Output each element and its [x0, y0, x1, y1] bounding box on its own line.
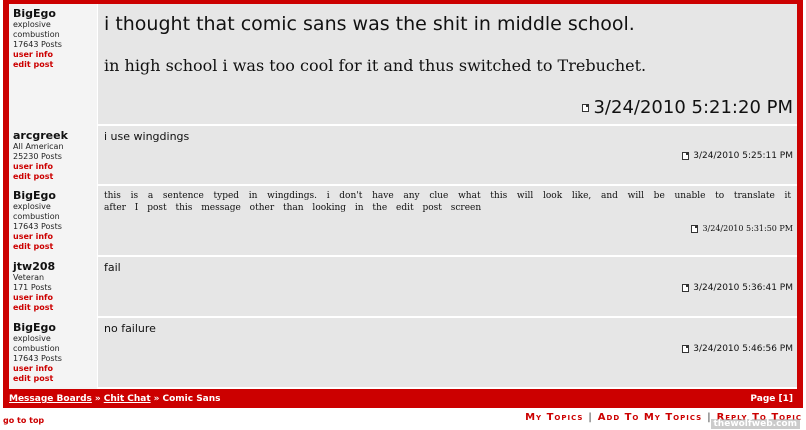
user-title: explosive combustion [13, 334, 60, 353]
post-timestamp: 3/24/2010 5:46:56 PM [682, 344, 793, 354]
post-timestamp: 3/24/2010 5:25:11 PM [682, 151, 793, 161]
post: arcgreek All American 25230 Posts user i… [9, 126, 797, 186]
document-icon[interactable] [582, 103, 590, 112]
user-info-link[interactable]: user info [13, 50, 97, 60]
username[interactable]: BigEgo [13, 7, 97, 20]
timestamp-text: 3/24/2010 5:46:56 PM [693, 344, 793, 354]
breadcrumb-chit-chat[interactable]: Chit Chat [104, 394, 151, 404]
post-count: 25230 Posts [13, 152, 62, 161]
post-body: this is a sentence typed in wingdings. i… [98, 186, 797, 257]
post-count: 171 Posts [13, 283, 52, 292]
user-info-link[interactable]: user info [13, 232, 97, 242]
user-info-link[interactable]: user info [13, 162, 97, 172]
timestamp-text: 3/24/2010 5:36:41 PM [693, 283, 793, 293]
post-body: no failure 3/24/2010 5:46:56 PM [98, 318, 797, 389]
breadcrumb-separator: » [153, 394, 160, 404]
go-to-top-link[interactable]: go to top [3, 416, 44, 425]
add-to-my-topics-link[interactable]: Add To My Topics [598, 412, 702, 423]
post-author-panel: jtw208 Veteran 171 Posts user info edit … [9, 257, 98, 318]
post: jtw208 Veteran 171 Posts user info edit … [9, 257, 797, 318]
post-message: no failure [104, 322, 156, 335]
breadcrumb-separator: » [94, 394, 101, 404]
post-count: 17643 Posts [13, 354, 62, 363]
post-author-panel: BigEgo explosive combustion 17643 Posts … [9, 318, 98, 389]
post-message: i thought that comic sans was the shit i… [104, 13, 635, 35]
divider: | [588, 412, 593, 423]
post: BigEgo explosive combustion 17643 Posts … [9, 318, 797, 389]
post-body: i use wingdings 3/24/2010 5:25:11 PM [98, 126, 797, 186]
post-timestamp: 3/24/2010 5:36:41 PM [682, 283, 793, 293]
post-timestamp: 3/24/2010 5:31:50 PM [691, 224, 793, 233]
edit-post-link[interactable]: edit post [13, 60, 97, 70]
timestamp-text: 3/24/2010 5:31:50 PM [702, 224, 793, 233]
footer: go to top My Topics | Add To My Topics | Rep… [0, 411, 806, 430]
breadcrumb-message-boards[interactable]: Message Boards [9, 394, 92, 404]
document-icon[interactable] [691, 224, 699, 233]
post-author-panel: BigEgo explosive combustion 17643 Posts … [9, 186, 98, 257]
post-body: fail 3/24/2010 5:36:41 PM [98, 257, 797, 318]
user-title: Veteran [13, 273, 45, 282]
post-list: BigEgo explosive combustion 17643 Posts … [9, 4, 797, 389]
timestamp-text: 3/24/2010 5:21:20 PM [593, 97, 793, 118]
post-count: 17643 Posts [13, 40, 62, 49]
edit-post-link[interactable]: edit post [13, 172, 97, 182]
user-info-link[interactable]: user info [13, 364, 97, 374]
edit-post-link[interactable]: edit post [13, 242, 97, 252]
user-title: explosive combustion [13, 20, 60, 39]
username[interactable]: arcgreek [13, 129, 97, 142]
breadcrumb-current-topic: Comic Sans [162, 394, 221, 404]
post-timestamp: 3/24/2010 5:21:20 PM [582, 97, 793, 118]
username[interactable]: BigEgo [13, 321, 97, 334]
breadcrumb: Message Boards» Chit Chat» Comic Sans Page… [9, 391, 797, 407]
document-icon[interactable] [682, 152, 690, 160]
site-watermark: thewolfweb.com [710, 419, 800, 429]
thread-frame: BigEgo explosive combustion 17643 Posts … [3, 0, 803, 408]
post: BigEgo explosive combustion 17643 Posts … [9, 4, 797, 126]
edit-post-link[interactable]: edit post [13, 374, 97, 384]
username[interactable]: jtw208 [13, 260, 97, 273]
document-icon[interactable] [682, 345, 690, 353]
post: BigEgo explosive combustion 17643 Posts … [9, 186, 797, 257]
user-title: explosive combustion [13, 202, 60, 221]
post-count: 17643 Posts [13, 222, 62, 231]
my-topics-link[interactable]: My Topics [525, 412, 583, 423]
timestamp-text: 3/24/2010 5:25:11 PM [693, 151, 793, 161]
user-info-link[interactable]: user info [13, 293, 97, 303]
post-author-panel: arcgreek All American 25230 Posts user i… [9, 126, 98, 186]
post-message: this is a sentence typed in wingdings. i… [104, 191, 791, 213]
post-message: in high school i was too cool for it and… [104, 56, 647, 75]
user-title: All American [13, 142, 64, 151]
page-indicator: Page [1] [750, 394, 793, 404]
post-author-panel: BigEgo explosive combustion 17643 Posts … [9, 4, 98, 126]
edit-post-link[interactable]: edit post [13, 303, 97, 313]
post-message: fail [104, 261, 121, 274]
post-message: i use wingdings [104, 130, 190, 143]
document-icon[interactable] [682, 284, 690, 292]
post-body: i thought that comic sans was the shit i… [98, 4, 797, 126]
username[interactable]: BigEgo [13, 189, 97, 202]
